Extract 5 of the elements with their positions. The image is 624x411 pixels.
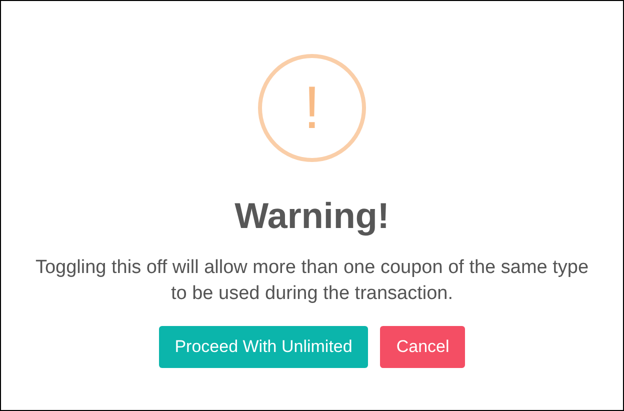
warning-icon: ! <box>258 54 366 162</box>
cancel-button[interactable]: Cancel <box>380 326 466 368</box>
warning-message: Toggling this off will allow more than one coupon of the same type to be used during the transaction. <box>34 256 590 306</box>
proceed-button[interactable]: Proceed With Unlimited <box>158 326 368 368</box>
dialog-title: Warning! <box>234 195 390 237</box>
